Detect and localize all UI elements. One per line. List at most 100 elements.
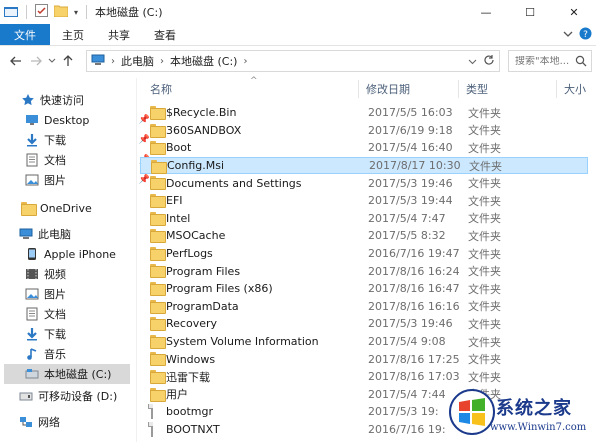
sidebar-item-label: 本地磁盘 (C:) <box>44 368 112 381</box>
picture-icon <box>24 172 40 188</box>
file-row[interactable]: Config.Msi 2017/8/17 10:30 文件夹 <box>140 156 588 175</box>
customize-toolbar-icon[interactable]: ▾ <box>74 8 78 17</box>
music-icon <box>24 346 40 362</box>
column-divider[interactable] <box>458 80 459 98</box>
file-row[interactable]: PerfLogs 2016/7/16 19:47 文件夹 <box>140 245 588 263</box>
sidebar-item-network[interactable]: 网络 <box>18 412 150 432</box>
download-icon <box>24 132 40 148</box>
file-row[interactable]: Boot 2017/5/4 16:40 文件夹 <box>140 139 588 157</box>
folder-icon <box>150 176 164 189</box>
column-header-size[interactable]: 大小 <box>564 78 586 100</box>
file-name: Boot <box>166 141 192 155</box>
sidebar-item-label: 网络 <box>38 416 60 429</box>
file-row[interactable]: ProgramData 2017/8/16 16:16 文件夹 <box>140 298 588 316</box>
breadcrumb-this-pc[interactable]: 此电脑 <box>121 53 154 69</box>
file-modified-date: 2017/5/5 8:32 <box>368 229 446 243</box>
address-bar[interactable]: › 此电脑 › 本地磁盘 (C:) › <box>86 50 500 72</box>
file-row[interactable]: MSOCache 2017/5/5 8:32 文件夹 <box>140 227 588 245</box>
folder-icon <box>150 106 164 119</box>
help-icon[interactable]: ? <box>579 27 592 43</box>
search-input[interactable] <box>515 55 575 67</box>
file-row[interactable]: System Volume Information 2017/5/4 9:08 文件… <box>140 333 588 351</box>
chevron-down-icon[interactable] <box>563 29 573 42</box>
maximize-button[interactable]: ☐ <box>508 0 552 24</box>
column-header-type[interactable]: 类型 <box>466 78 488 100</box>
file-row[interactable]: Windows 2017/8/16 17:25 文件夹 <box>140 350 588 368</box>
recent-locations-button[interactable] <box>46 50 58 72</box>
computer-icon <box>91 54 105 69</box>
file-type: 文件夹 <box>468 141 501 155</box>
file-modified-date: 2017/8/17 10:30 <box>369 159 461 173</box>
properties-icon[interactable] <box>35 4 48 20</box>
file-modified-date: 2017/5/4 7:44 <box>368 387 446 401</box>
sort-ascending-icon: ^ <box>250 76 258 86</box>
tab-share[interactable]: 共享 <box>96 24 142 45</box>
tab-home[interactable]: 主页 <box>50 24 96 45</box>
up-button[interactable] <box>58 50 78 72</box>
file-type: 文件夹 <box>468 335 501 349</box>
sidebar-item-label: Apple iPhone <box>44 247 116 261</box>
folder-icon <box>150 229 164 242</box>
file-modified-date: 2017/8/16 16:16 <box>368 299 460 313</box>
breadcrumb-local-disk[interactable]: 本地磁盘 (C:) <box>170 53 237 69</box>
file-name: EFI <box>166 194 183 208</box>
file-row[interactable]: 360SANDBOX 2017/6/19 9:18 文件夹 <box>140 122 588 140</box>
address-history-chevron-icon[interactable] <box>468 55 477 68</box>
sidebar-item-label: OneDrive <box>40 201 92 215</box>
close-button[interactable]: ✕ <box>552 0 596 24</box>
file-row[interactable]: EFI 2017/5/3 19:44 文件夹 <box>140 192 588 210</box>
tab-file[interactable]: 文件 <box>0 24 50 45</box>
computer-icon <box>18 226 34 242</box>
new-folder-icon[interactable] <box>53 5 69 20</box>
breadcrumb-separator-icon[interactable]: › <box>111 56 115 67</box>
file-type: 文件夹 <box>468 300 501 314</box>
folder-icon <box>20 200 37 216</box>
windows-logo-icon <box>449 389 495 435</box>
tab-view[interactable]: 查看 <box>142 24 188 45</box>
sidebar-item-this-pc[interactable]: 此电脑 <box>18 224 150 244</box>
folder-icon <box>150 212 164 225</box>
desktop-icon <box>24 112 40 128</box>
search-icon[interactable] <box>575 55 587 70</box>
file-row[interactable]: $Recycle.Bin 2017/5/5 16:03 文件夹 <box>140 104 588 122</box>
file-modified-date: 2016/7/16 19: <box>368 423 446 437</box>
file-modified-date: 2017/8/16 16:24 <box>368 264 460 278</box>
column-divider[interactable] <box>358 80 359 98</box>
file-row[interactable]: Intel 2017/5/4 7:47 文件夹 <box>140 210 588 228</box>
file-modified-date: 2017/8/16 17:03 <box>368 370 460 384</box>
refresh-icon[interactable] <box>483 54 495 69</box>
sidebar-item-onedrive[interactable]: OneDrive <box>20 198 152 218</box>
file-modified-date: 2017/8/16 16:47 <box>368 282 460 296</box>
file-row[interactable]: Documents and Settings 2017/5/3 19:46 文件夹 <box>140 174 588 192</box>
sidebar-item-quick-access[interactable]: 快速访问 <box>20 90 152 110</box>
file-row[interactable]: Recovery 2017/5/3 19:46 文件夹 <box>140 315 588 333</box>
breadcrumb-separator-icon[interactable]: › <box>160 56 164 67</box>
picture-icon <box>24 286 40 302</box>
file-row[interactable]: Program Files 2017/8/16 16:24 文件夹 <box>140 262 588 280</box>
back-button[interactable] <box>6 50 26 72</box>
folder-icon <box>150 194 164 207</box>
file-name: PerfLogs <box>166 247 213 261</box>
pane-splitter[interactable] <box>136 78 137 442</box>
file-row[interactable]: Program Files (x86) 2017/8/16 16:47 文件夹 <box>140 280 588 298</box>
star-icon <box>20 92 36 108</box>
sidebar-item-label: 此电脑 <box>38 228 71 241</box>
window-title: 本地磁盘 (C:) <box>95 6 163 19</box>
breadcrumb-separator-icon[interactable]: › <box>243 56 247 67</box>
column-header-date[interactable]: 修改日期 <box>366 78 410 100</box>
minimize-button[interactable]: — <box>464 0 508 24</box>
forward-button[interactable] <box>26 50 46 72</box>
file-type: 文件夹 <box>468 282 501 296</box>
sidebar-item-label: 下载 <box>44 328 66 341</box>
search-box[interactable] <box>508 50 592 72</box>
file-name: System Volume Information <box>166 335 319 349</box>
file-icon <box>150 404 164 420</box>
column-divider[interactable] <box>556 80 557 98</box>
file-modified-date: 2017/5/5 16:03 <box>368 106 453 120</box>
column-header-name[interactable]: 名称 <box>150 78 172 100</box>
quick-access-toolbar: ▾ <box>0 4 89 20</box>
file-row[interactable]: 迅雷下载 2017/8/16 17:03 文件夹 <box>140 368 588 386</box>
sidebar-item-removable-d[interactable]: 可移动设备 (D:) <box>18 386 150 406</box>
sidebar-item-label: 快速访问 <box>40 94 84 107</box>
sidebar-item-local-disk-c[interactable]: 本地磁盘 (C:) <box>4 364 130 384</box>
